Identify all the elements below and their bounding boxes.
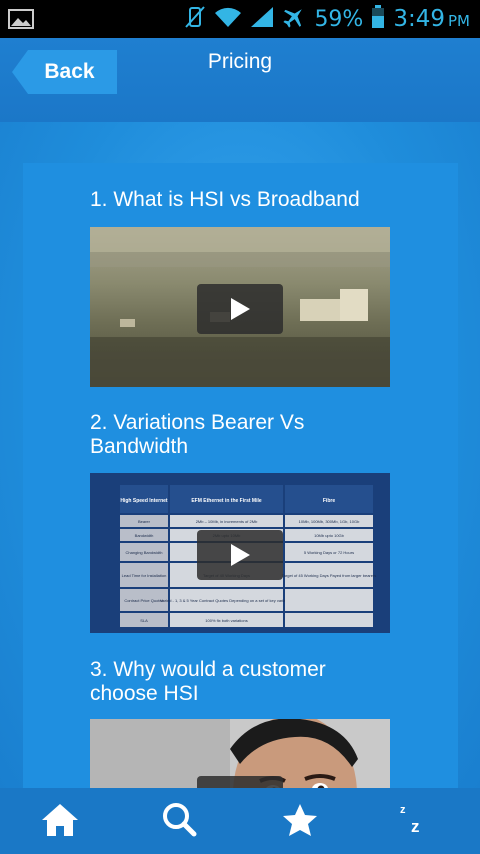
video-thumbnail[interactable] <box>90 227 390 387</box>
table-cell <box>285 613 373 627</box>
table-cell-text: Target of 45 Working Days Payed from lar… <box>282 573 377 578</box>
table-cell-text: 100% fix both variations <box>205 618 247 623</box>
nav-search[interactable] <box>120 788 240 854</box>
table-cell-text: Lead Time for Installation <box>122 573 167 578</box>
wifi-icon <box>214 6 242 32</box>
video-item: 3. Why would a customer choose HSI <box>90 658 390 788</box>
nav-sleep[interactable]: z z <box>360 788 480 854</box>
table-cell <box>285 589 373 611</box>
home-icon <box>42 804 78 836</box>
table-cell-text: 5 Working Days or 72 Hours <box>304 550 354 555</box>
play-button[interactable] <box>197 530 283 580</box>
nav-favorites[interactable] <box>240 788 360 854</box>
sleep-icon-large-z: z <box>411 817 420 836</box>
clock: 3:49 PM <box>393 6 470 32</box>
star-icon <box>283 804 317 836</box>
image-icon <box>8 9 34 29</box>
battery-icon <box>371 5 385 33</box>
video-thumbnail[interactable] <box>90 719 390 788</box>
page-title: Pricing <box>207 50 273 73</box>
table-header-text: High Speed Internet <box>120 498 168 504</box>
table-cell-text: 10Mb upto 10Gb <box>314 533 345 538</box>
search-icon <box>163 803 197 837</box>
table-cell-text: Changing Bandwidth <box>126 550 163 555</box>
clock-ampm: PM <box>448 12 470 30</box>
video-item: 1. What is HSI vs Broadband <box>90 188 390 387</box>
table-cell-text: Contract Price Quotes <box>124 598 163 603</box>
table-header-text: EFM Ethernet in the First Mile <box>191 498 262 504</box>
play-icon <box>231 298 250 320</box>
sleep-icon-small-z: z <box>400 804 406 816</box>
table-cell-text: SLA <box>140 618 148 623</box>
status-icons: 59% 3:49 PM <box>184 0 470 38</box>
signal-icon <box>250 6 274 32</box>
video-thumbnail[interactable]: High Speed Internet EFM Ethernet in the F… <box>90 473 390 633</box>
video-title[interactable]: 1. What is HSI vs Broadband <box>90 188 390 212</box>
video-title[interactable]: 2. Variations Bearer Vs Bandwidth <box>90 411 390 459</box>
app-header: Back Pricing <box>0 38 480 122</box>
airplane-icon <box>282 5 306 33</box>
table-cell-text: Bandwidth <box>135 533 154 538</box>
vibrate-off-icon <box>184 5 206 33</box>
video-title[interactable]: 3. Why would a customer choose HSI <box>90 658 390 706</box>
table-cell-text: 10Mb, 100Mb, 300Mb, 1Gb, 10Gb <box>299 519 360 524</box>
play-button[interactable] <box>197 776 283 788</box>
video-list[interactable]: 1. What is HSI vs Broadband 2. Variation… <box>23 163 458 788</box>
play-icon <box>231 544 250 566</box>
status-bar: 59% 3:49 PM <box>0 0 480 38</box>
sleep-icon: z z <box>400 804 420 836</box>
table-header-text: Fibre <box>323 498 335 504</box>
bottom-nav: z z <box>0 788 480 854</box>
battery-percent: 59% <box>314 6 364 32</box>
table-cell-text: 2Mb – 10Mb, in increments of 2Mb <box>196 519 258 524</box>
table-cell-text: Varied - 1, 3 & 5 Year Contract Quotes D… <box>160 598 293 603</box>
nav-home[interactable] <box>0 788 120 854</box>
table-cell-text: Bearer <box>138 519 151 524</box>
clock-time: 3:49 <box>393 6 445 32</box>
play-button[interactable] <box>197 284 283 334</box>
video-item: 2. Variations Bearer Vs Bandwidth High S… <box>90 411 390 633</box>
